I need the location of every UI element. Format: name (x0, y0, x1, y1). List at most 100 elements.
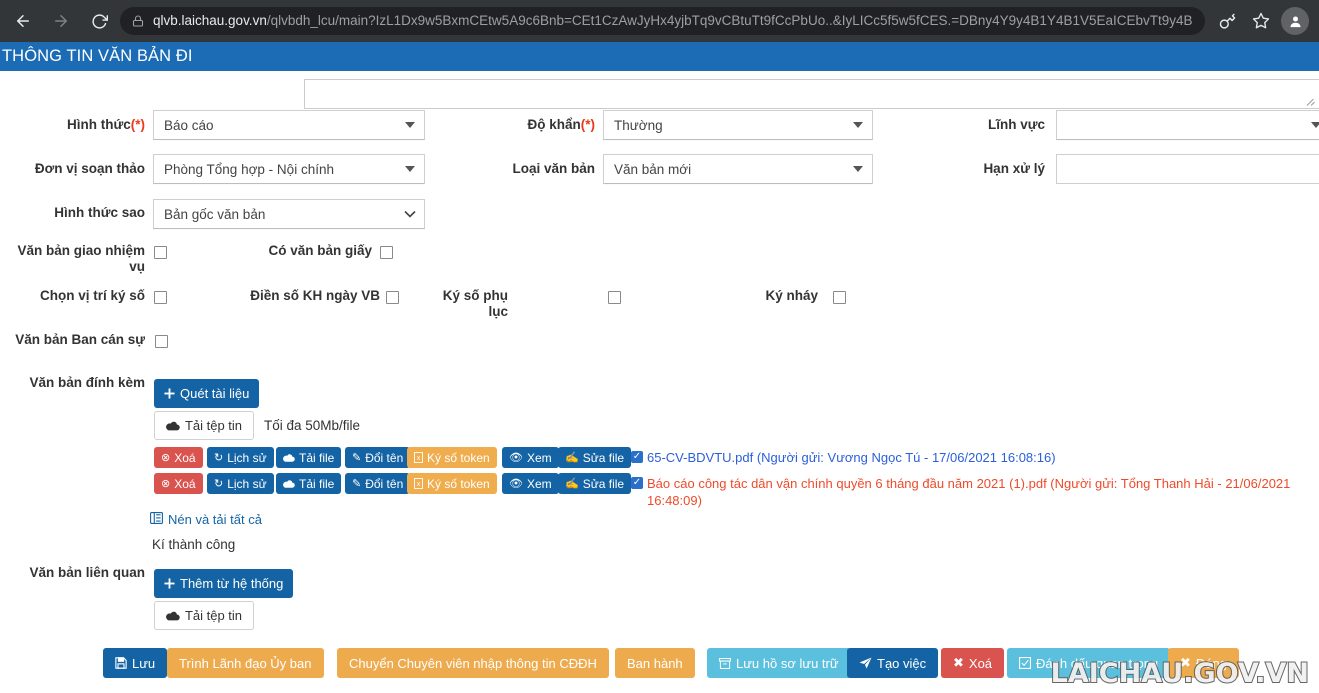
checkbox-co-van-ban-giay[interactable] (380, 246, 393, 259)
label-van-ban-lien-quan: Văn bản liên quan (0, 565, 145, 581)
save-label: Lưu (132, 656, 155, 671)
file1-download-button[interactable]: Tải file (276, 447, 341, 468)
submit-to-leader-button[interactable]: Trình Lãnh đạo Ủy ban (167, 648, 324, 678)
file1-checkbox[interactable]: ✓ (631, 451, 643, 463)
back-arrow-icon[interactable] (8, 6, 38, 36)
cloud-upload-icon (166, 610, 180, 621)
issue-button[interactable]: Ban hành (615, 648, 695, 678)
plus-icon (164, 578, 175, 589)
label-han-xu-ly: Hạn xử lý (905, 161, 1045, 177)
svg-text:x: x (417, 453, 421, 462)
chevron-down-icon (404, 200, 416, 228)
reload-icon[interactable] (84, 6, 114, 36)
key-icon[interactable] (1213, 7, 1241, 35)
dropdown-don-vi-soan-thao[interactable]: Phòng Tổng hợp - Nội chính (153, 154, 425, 184)
x-icon: ✖ (1180, 655, 1191, 671)
paper-plane-icon (859, 657, 872, 669)
svg-text:x: x (417, 479, 421, 488)
select-hinh-thuc-sao[interactable]: Bản gốc văn bản (153, 199, 425, 229)
dropdown-hinh-thuc[interactable]: Báo cáo (153, 110, 425, 140)
archive-icon (150, 512, 163, 527)
checkbox-van-ban-ban-can-su[interactable] (155, 335, 168, 348)
max-size-note: Tối đa 50Mb/file (264, 418, 360, 433)
add-from-system-button[interactable]: Thêm từ hệ thống (154, 569, 293, 598)
forward-arrow-icon[interactable] (46, 6, 76, 36)
create-task-label: Tạo việc (877, 656, 926, 671)
required-marker: (*) (131, 117, 145, 132)
archive-record-button[interactable]: Lưu hồ sơ lưu trữ (707, 648, 851, 678)
file1-rename-button[interactable]: ✎Đổi tên (345, 447, 410, 468)
label-van-ban-dinh-kem: Văn bản đính kèm (0, 375, 145, 391)
checkbox-ky-nhay[interactable] (833, 291, 846, 304)
checkbox-dien-so-kh-ngay-vb[interactable] (386, 291, 399, 304)
upload-file-label-related: Tải tệp tin (185, 608, 242, 623)
close-button[interactable]: ✖ Đóng (1168, 648, 1239, 678)
scan-document-label: Quét tài liệu (180, 386, 249, 401)
dropdown-hinh-thuc-value: Báo cáo (164, 118, 214, 133)
checkbox-ky-so-phu-luc[interactable] (608, 291, 621, 304)
url-host: qlvb.laichau.gov.vn (153, 13, 267, 28)
select-hinh-thuc-sao-value: Bản gốc văn bản (164, 207, 265, 222)
upload-file-button-attach[interactable]: Tải tệp tin (154, 411, 254, 440)
delete-label: Xoá (969, 656, 992, 671)
file2-rename-button[interactable]: ✎Đổi tên (345, 473, 410, 494)
file2-download-button[interactable]: Tải file (276, 473, 341, 494)
dropdown-loai-van-ban[interactable]: Văn bản mới (603, 154, 873, 184)
submit-to-leader-label: Trình Lãnh đạo Ủy ban (179, 656, 312, 671)
file1-delete-button[interactable]: ⊗Xoá (154, 447, 203, 468)
file1-view-button[interactable]: 👁Xem (502, 447, 559, 468)
dropdown-do-khan-value: Thường (614, 118, 663, 133)
x-icon: ✖ (953, 655, 964, 671)
mark-important-label: Đánh dấu quan trọng (1036, 656, 1158, 671)
delete-circle-icon: ⊗ (161, 477, 170, 490)
transfer-specialist-button[interactable]: Chuyển Chuyên viên nhập thông tin CĐĐH (337, 648, 609, 678)
file1-edit-button[interactable]: ✍Sửa file (558, 447, 631, 468)
scan-document-button[interactable]: Quét tài liệu (154, 379, 259, 408)
close-label: Đóng (1196, 656, 1227, 671)
dropdown-linh-vuc[interactable] (1056, 110, 1319, 140)
label-don-vi-soan-thao: Đơn vị soạn thảo (0, 161, 145, 177)
label-co-van-ban-giay: Có văn bản giấy (200, 243, 372, 259)
chevron-down-icon (405, 111, 415, 139)
file2-history-button[interactable]: ↻Lịch sử (207, 473, 274, 494)
file2-sign-token-button[interactable]: xKý số token (407, 473, 497, 494)
file1-name: 65-CV-BDVTU.pdf (Người gửi: Vương Ngọc T… (647, 449, 1307, 466)
page-title-bar: THÔNG TIN VĂN BẢN ĐI (0, 42, 1319, 71)
upload-file-label-attach: Tải tệp tin (185, 418, 242, 433)
add-from-system-label: Thêm từ hệ thống (180, 576, 283, 591)
pencil-icon: ✎ (352, 451, 361, 464)
delete-button[interactable]: ✖ Xoá (941, 648, 1004, 678)
label-van-ban-giao-nhiem-vu: Văn bản giao nhiệm vụ (0, 243, 145, 275)
save-button[interactable]: Lưu (103, 648, 167, 678)
star-icon[interactable] (1247, 7, 1275, 35)
upload-file-button-related[interactable]: Tải tệp tin (154, 601, 254, 630)
file2-view-button[interactable]: 👁Xem (502, 473, 559, 494)
edit-file-icon: ✍ (565, 477, 579, 490)
label-chon-vi-tri-ky-so: Chọn vị trí ký số (0, 288, 145, 304)
summary-textarea-wrap (152, 75, 1319, 105)
profile-avatar-icon[interactable] (1281, 7, 1309, 35)
zip-download-all-link[interactable]: Nén và tải tất cả (150, 512, 262, 527)
file2-edit-button[interactable]: ✍Sửa file (558, 473, 631, 494)
mark-important-button[interactable]: Đánh dấu quan trọng (1007, 648, 1170, 678)
browser-toolbar: qlvb.laichau.gov.vn/qlvbdh_lcu/main?IzL1… (0, 0, 1319, 42)
chevron-down-icon (1311, 111, 1319, 139)
file2-delete-button[interactable]: ⊗Xoá (154, 473, 203, 494)
sign-status-text: Kí thành công (152, 537, 235, 552)
file1-sign-token-button[interactable]: xKý số token (407, 447, 497, 468)
input-han-xu-ly[interactable] (1056, 154, 1319, 184)
url-path: /qlvbdh_lcu/main?IzL1Dx9w5BxmCEtw5A9c6Bn… (267, 13, 1193, 28)
dropdown-do-khan[interactable]: Thường (603, 110, 873, 140)
file2-checkbox[interactable]: ✓ (631, 477, 643, 489)
sign-token-icon: x (414, 478, 423, 489)
checkbox-chon-vi-tri-ky-so[interactable] (154, 291, 167, 304)
label-loai-van-ban: Loại văn bản (455, 161, 595, 177)
create-task-button[interactable]: Tạo việc (847, 648, 938, 678)
label-do-khan: Độ khẩn(*) (455, 117, 595, 133)
chevron-down-icon (853, 155, 863, 183)
address-bar[interactable]: qlvb.laichau.gov.vn/qlvbdh_lcu/main?IzL1… (120, 7, 1205, 35)
cloud-download-icon (283, 453, 295, 462)
summary-textarea[interactable] (304, 79, 1319, 109)
file1-history-button[interactable]: ↻Lịch sử (207, 447, 274, 468)
checkbox-van-ban-giao-nhiem-vu[interactable] (154, 246, 167, 259)
